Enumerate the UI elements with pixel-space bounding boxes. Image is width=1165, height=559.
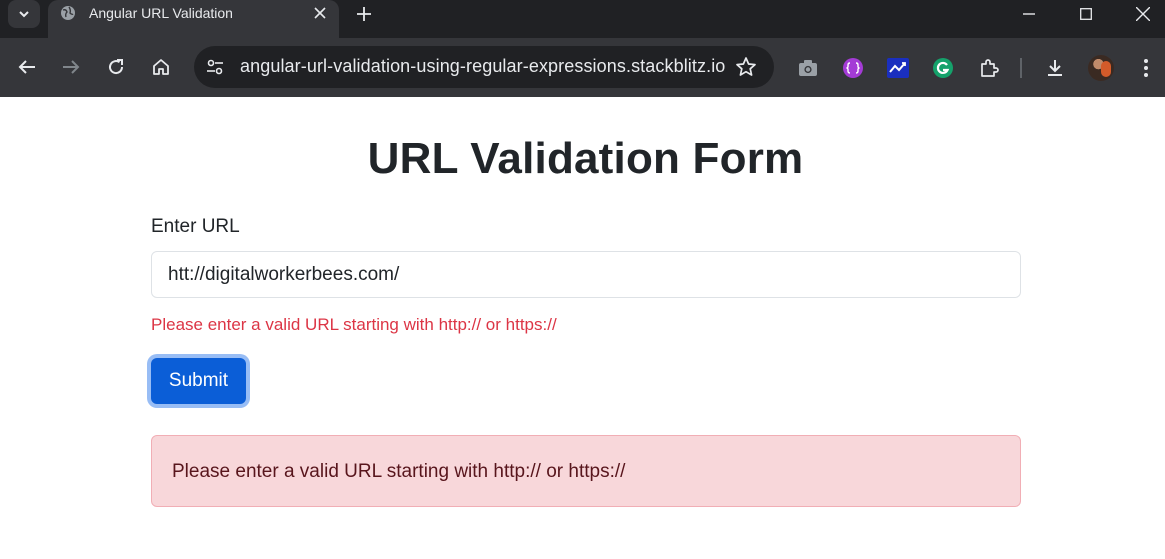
- braces-extension-icon: [843, 58, 863, 78]
- browser-menu-button[interactable]: [1135, 57, 1157, 79]
- reload-icon: [109, 59, 124, 75]
- tab-title: Angular URL Validation: [89, 5, 233, 21]
- url-input[interactable]: [151, 251, 1021, 298]
- back-button[interactable]: [15, 55, 39, 79]
- chevron-down-icon: [19, 11, 29, 18]
- maximize-icon: [1080, 8, 1092, 20]
- plus-icon: [357, 7, 371, 21]
- alert-message: Please enter a valid URL starting with h…: [172, 461, 626, 482]
- browser-toolbar: angular-url-validation-using-regular-exp…: [0, 38, 1165, 97]
- download-icon: [1048, 60, 1062, 76]
- close-icon: [314, 7, 326, 19]
- error-alert: Please enter a valid URL starting with h…: [151, 435, 1021, 507]
- close-icon: [1136, 7, 1150, 21]
- browser-tab-active[interactable]: Angular URL Validation: [48, 0, 339, 38]
- tab-close-button[interactable]: [310, 3, 330, 23]
- downloads-button[interactable]: [1044, 57, 1066, 79]
- camera-icon: [799, 60, 817, 76]
- chart-extension[interactable]: [887, 57, 909, 79]
- star-icon[interactable]: [735, 56, 757, 78]
- minimize-button[interactable]: [1000, 0, 1058, 28]
- extensions-button[interactable]: [978, 57, 1000, 79]
- window-close-button[interactable]: [1114, 0, 1165, 28]
- url-error-message: Please enter a valid URL starting with h…: [151, 315, 557, 334]
- new-tab-button[interactable]: [352, 2, 376, 26]
- globe-icon: [61, 6, 75, 20]
- back-arrow-icon: [18, 60, 35, 74]
- kebab-menu-icon: [1144, 59, 1148, 77]
- puzzle-icon: [981, 59, 999, 77]
- forward-arrow-icon: [63, 60, 80, 74]
- chart-extension-icon: [887, 58, 909, 78]
- maximize-button[interactable]: [1057, 0, 1115, 28]
- home-icon: [153, 59, 169, 75]
- toolbar-separator: [1020, 58, 1022, 78]
- braces-extension[interactable]: [842, 57, 864, 79]
- page-title: URL Validation Form: [367, 134, 804, 183]
- address-url[interactable]: angular-url-validation-using-regular-exp…: [240, 56, 725, 77]
- tab-search-button[interactable]: [8, 0, 40, 28]
- profile-avatar[interactable]: [1088, 55, 1114, 81]
- grammarly-extension[interactable]: [932, 57, 954, 79]
- grammarly-icon: [933, 58, 953, 78]
- tune-icon[interactable]: [205, 57, 225, 77]
- url-label: Enter URL: [151, 216, 240, 237]
- address-bar[interactable]: angular-url-validation-using-regular-exp…: [194, 46, 774, 88]
- forward-button[interactable]: [59, 55, 83, 79]
- browser-tab-strip: Angular URL Validation: [0, 0, 1165, 38]
- camera-extension[interactable]: [797, 57, 819, 79]
- reload-button[interactable]: [104, 55, 128, 79]
- page-content: URL Validation Form Enter URL Please ent…: [0, 97, 1165, 559]
- minimize-icon: [1023, 13, 1035, 15]
- home-button[interactable]: [149, 55, 173, 79]
- submit-button[interactable]: Submit: [151, 358, 246, 404]
